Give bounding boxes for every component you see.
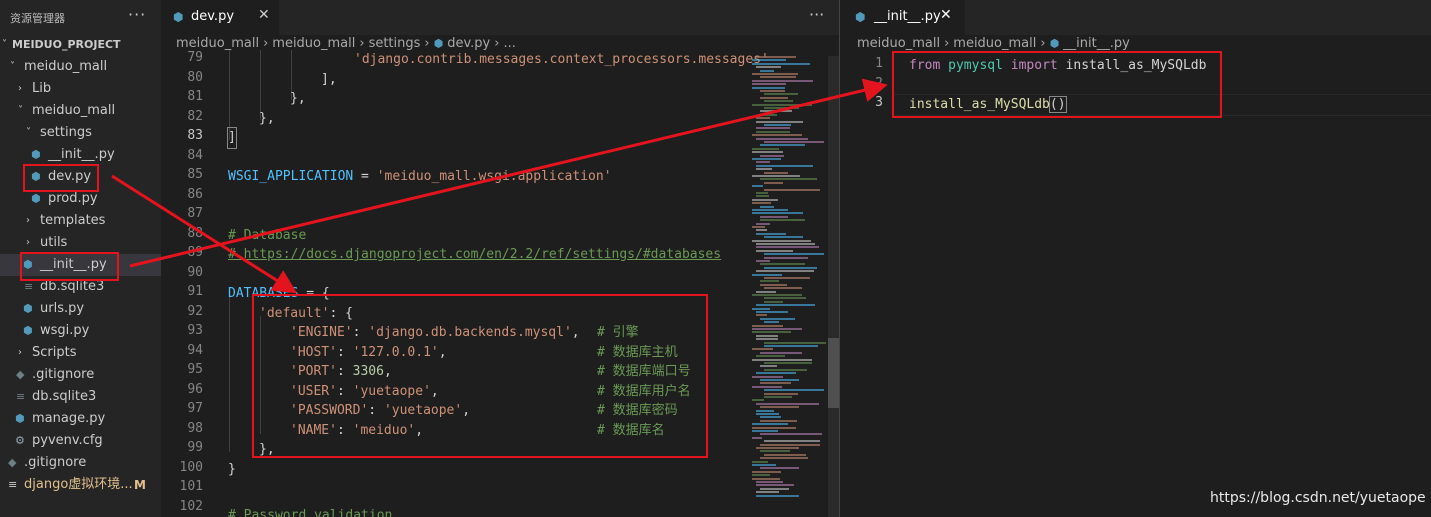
annotation-arrows [111,78,888,294]
watermark: https://blog.csdn.net/yuetaope [1210,490,1426,506]
annotation-arrow-init-to-code [129,78,888,268]
